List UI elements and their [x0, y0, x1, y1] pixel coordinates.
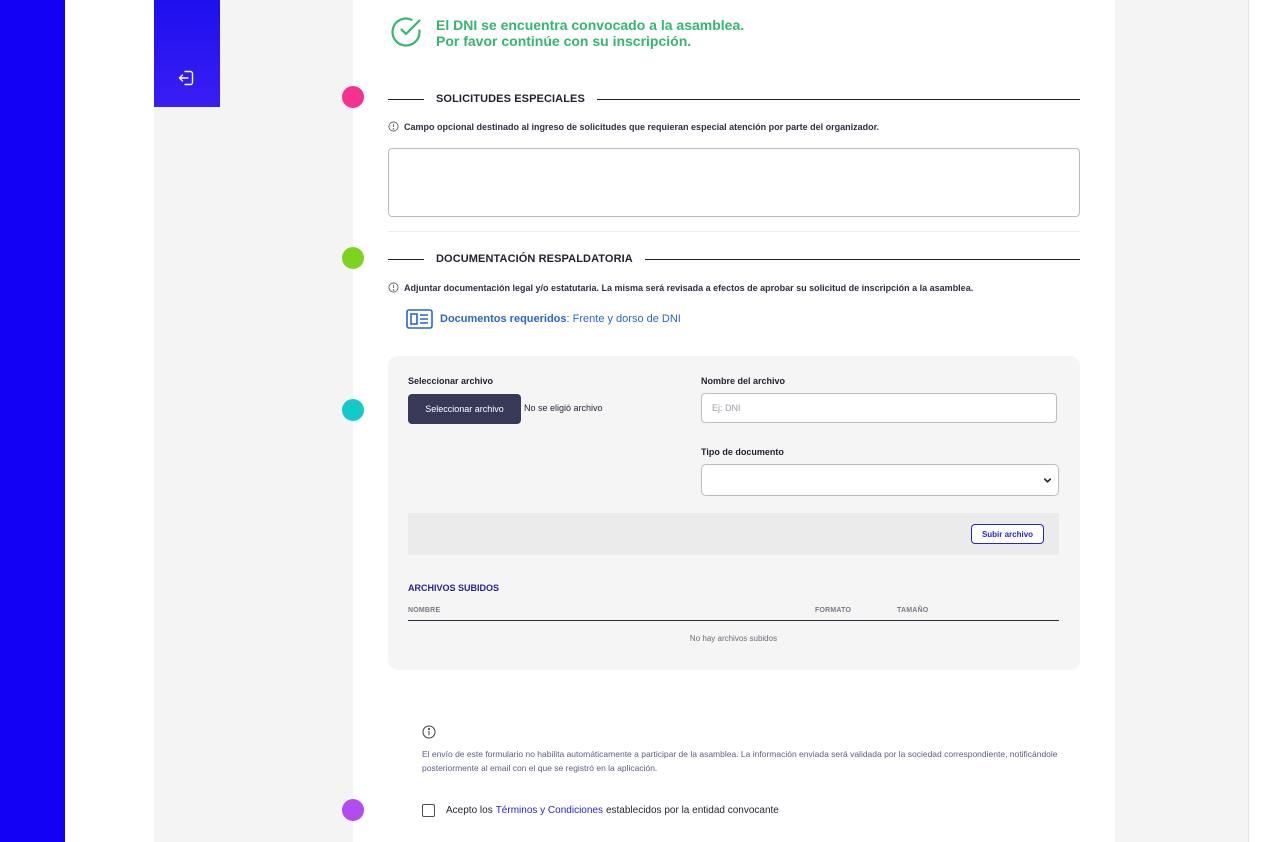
file-name-label: Nombre del archivo [701, 376, 786, 386]
logout-icon [178, 70, 194, 86]
documentation-title: DOCUMENTACIÓN RESPALDATORIA [436, 253, 633, 265]
info-icon [388, 282, 399, 293]
step-marker-green [342, 247, 364, 269]
special-requests-hint: Campo opcional destinado al ingreso de s… [388, 121, 879, 132]
terms-suffix: establecidos por la entidad convocante [605, 805, 779, 816]
status-line-2: Por favor continúe con su inscripción. [436, 33, 692, 49]
divider [388, 98, 424, 100]
column-header-format: FORMATO [815, 607, 852, 614]
upload-file-button[interactable]: Subir archivo [971, 524, 1044, 544]
doc-type-select[interactable] [701, 464, 1059, 496]
step-marker-purple [342, 799, 364, 821]
table-divider [408, 620, 1059, 621]
required-documents: Documentos requeridos: Frente y dorso de… [406, 309, 681, 329]
file-name-placeholder: Ej: DNI [712, 403, 741, 413]
info-icon [422, 725, 436, 739]
dni-status: El DNI se encuentra convocado a la asamb… [388, 14, 744, 50]
divider [596, 98, 1080, 100]
select-file-button[interactable]: Seleccionar archivo [408, 394, 521, 424]
doc-type-label: Tipo de documento [701, 447, 784, 457]
status-line-1: El DNI se encuentra convocado a la asamb… [436, 17, 745, 33]
status-message: El DNI se encuentra convocado a la asamb… [436, 17, 744, 49]
empty-files-message: No hay archivos subidos [689, 634, 778, 643]
special-requests-title: SOLICITUDES ESPECIALES [436, 93, 585, 105]
select-file-label: Seleccionar archivo [408, 376, 494, 386]
special-requests-header: SOLICITUDES ESPECIALES [388, 92, 1080, 106]
sidebar-panel [154, 0, 353, 842]
terms-link[interactable]: Términos y Condiciones [496, 805, 603, 816]
step-marker-teal [342, 399, 364, 421]
terms-row: Acepto los Términos y Condiciones establ… [422, 804, 779, 817]
required-documents-value: Frente y dorso de DNI [572, 313, 681, 325]
right-scroll-strip [1248, 0, 1261, 842]
logout-button[interactable] [154, 0, 220, 107]
documentation-header: DOCUMENTACIÓN RESPALDATORIA [388, 252, 1080, 266]
form-notice: El envío de este formulario no habilita … [422, 749, 1058, 773]
terms-prefix: Acepto los [446, 805, 493, 816]
upload-action-bar [408, 513, 1059, 555]
column-header-name: NOMBRE [408, 607, 441, 614]
hint-text: Adjuntar documentación legal y/o estatut… [404, 282, 974, 293]
step-marker-pink [342, 86, 364, 108]
check-circle-icon [391, 17, 421, 47]
section-separator [388, 231, 1080, 232]
column-header-size: TAMAÑO [897, 607, 929, 614]
documentation-hint: Adjuntar documentación legal y/o estatut… [388, 282, 973, 293]
info-icon [388, 121, 399, 132]
special-requests-textarea[interactable] [388, 148, 1080, 217]
hint-text: Campo opcional destinado al ingreso de s… [404, 121, 880, 132]
file-name-input[interactable]: Ej: DNI [701, 393, 1057, 423]
divider [644, 258, 1080, 260]
required-documents-label: Documentos requeridos [440, 313, 567, 325]
nav-gap [65, 0, 154, 842]
left-nav-bar [0, 0, 65, 842]
uploaded-files-title: ARCHIVOS SUBIDOS [408, 583, 500, 593]
divider [388, 258, 424, 260]
id-card-icon [406, 309, 433, 329]
file-status: No se eligió archivo [524, 403, 603, 413]
terms-checkbox[interactable] [422, 804, 435, 817]
chevron-down-icon [1043, 478, 1052, 483]
